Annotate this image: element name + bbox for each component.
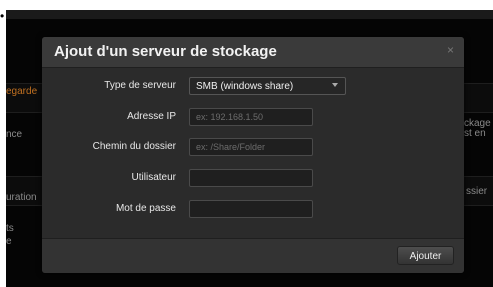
server-type-select[interactable]: SMB (windows share) (189, 77, 346, 95)
chevron-down-icon (332, 83, 338, 87)
dialog-title: Ajout d'un serveur de stockage (54, 43, 277, 60)
dialog-footer: Ajouter (42, 238, 464, 273)
user-label: Utilisateur (131, 172, 176, 183)
close-icon[interactable]: × (447, 43, 454, 57)
background-content-text: st en (464, 128, 486, 139)
folder-path-row: Chemin du dossier (42, 138, 464, 158)
server-type-row: Type de serveur SMB (windows share) (42, 77, 464, 97)
list-bullet: • (0, 9, 5, 23)
ip-address-row: Adresse IP (42, 108, 464, 128)
add-button[interactable]: Ajouter (397, 246, 454, 265)
background-content-text: ssier (466, 186, 488, 197)
password-row: Mot de passe (42, 200, 464, 220)
user-row: Utilisateur (42, 169, 464, 189)
background-nav-text: e (6, 236, 12, 247)
folder-path-label: Chemin du dossier (92, 141, 176, 152)
folder-path-input[interactable] (189, 138, 313, 156)
background-nav-text: ts (6, 223, 14, 234)
background-nav-text: uration (6, 192, 37, 203)
background-nav-text: nce (6, 129, 23, 140)
user-input[interactable] (189, 169, 313, 187)
ip-address-label: Adresse IP (127, 111, 176, 122)
server-type-value: SMB (windows share) (196, 81, 294, 92)
background-nav-text: egarde (6, 86, 38, 97)
password-input[interactable] (189, 200, 313, 218)
dialog-header: Ajout d'un serveur de stockage × (42, 37, 464, 68)
ip-address-input[interactable] (189, 108, 313, 126)
server-type-label: Type de serveur (104, 80, 176, 91)
top-strip (6, 10, 493, 19)
add-storage-server-dialog: Ajout d'un serveur de stockage × Type de… (42, 37, 464, 273)
password-label: Mot de passe (115, 203, 176, 214)
